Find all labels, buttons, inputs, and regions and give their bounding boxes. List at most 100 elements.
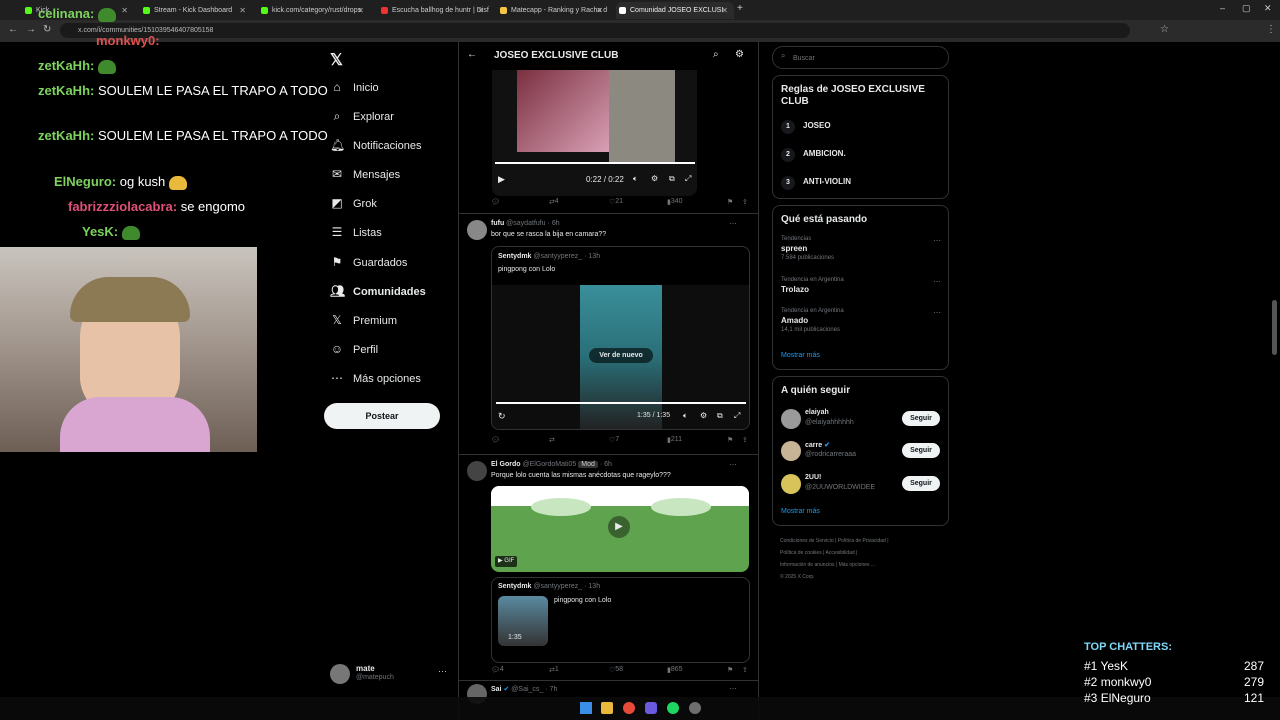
avatar[interactable]: [467, 220, 487, 240]
follow-button[interactable]: Seguir: [902, 443, 940, 458]
spotify-icon[interactable]: [667, 702, 679, 714]
trend-item[interactable]: Tendencia en Argentina Trolazo ⋯: [781, 277, 941, 294]
volume-icon[interactable]: 🔈︎: [633, 174, 638, 184]
more-icon[interactable]: ⋯: [729, 684, 737, 693]
sidebar-item-listas[interactable]: ☰ Listas: [330, 221, 382, 243]
footer-link[interactable]: Política de Privacidad: [838, 538, 886, 544]
share-icon[interactable]: ⇪: [742, 436, 748, 444]
bookmark-icon[interactable]: ⚑: [727, 666, 733, 674]
trend-item[interactable]: Tendencias spreen 7.584 publicaciones ⋯: [781, 236, 941, 261]
windows-start-icon[interactable]: [580, 702, 592, 714]
browser-tab[interactable]: Matecapp - Ranking y Racha d ✕: [497, 2, 609, 19]
tweet[interactable]: El Gordo @ElGordoMati05 Mod · 6h ⋯ Porqu…: [459, 455, 758, 681]
sidebar-item-explorar[interactable]: ⌕ Explorar: [330, 105, 394, 127]
sidebar-item-perfil[interactable]: ☺ Perfil: [330, 338, 378, 360]
footer-link[interactable]: Condiciones de Servicio: [780, 538, 834, 544]
sidebar-item-inicio[interactable]: ⌂ Inicio: [330, 76, 378, 98]
sidebar-item-grok[interactable]: ◩ Grok: [330, 192, 377, 214]
maximize-icon[interactable]: ▢: [1242, 3, 1251, 14]
share-icon[interactable]: ⇪: [742, 666, 748, 674]
trend-item[interactable]: Tendencia en Argentina Amado 14,1 mil pu…: [781, 308, 941, 333]
close-icon[interactable]: ✕: [477, 2, 484, 19]
more-icon[interactable]: ⋯: [933, 308, 941, 317]
reply-button[interactable]: 💬︎ 4: [491, 666, 504, 674]
reply-icon[interactable]: 💬︎: [491, 436, 500, 444]
browser-tab[interactable]: Escucha ballhog de huntr | Disf ✕: [378, 2, 490, 19]
footer-link[interactable]: Política de cookies: [780, 550, 822, 556]
rule-item[interactable]: 2 AMBICION.: [781, 148, 846, 162]
obs-icon[interactable]: [689, 702, 701, 714]
more-icon[interactable]: ⋯: [729, 460, 737, 469]
footer-link[interactable]: Accesibilidad: [826, 550, 855, 556]
retweet-button[interactable]: ⇄ 4: [549, 198, 559, 206]
bookmark-icon[interactable]: ⚑: [727, 198, 733, 206]
new-tab-icon[interactable]: +: [737, 3, 743, 14]
like-button[interactable]: ♡ 58: [609, 666, 623, 674]
views-button[interactable]: ▮ 211: [667, 436, 682, 444]
sidebar-item-mensajes[interactable]: ✉ Mensajes: [330, 163, 400, 185]
fullscreen-icon[interactable]: ⤢: [685, 174, 691, 184]
rule-item[interactable]: 1 JOSEO: [781, 120, 831, 134]
settings-icon[interactable]: ⚙: [700, 411, 707, 420]
views-button[interactable]: ▮ 865: [667, 666, 683, 674]
retweet-button[interactable]: ⇄ 1: [549, 666, 559, 674]
play-icon[interactable]: ▶: [498, 174, 505, 185]
search-box[interactable]: ⌕: [772, 46, 949, 69]
avatar[interactable]: [467, 461, 487, 481]
video-player[interactable]: ▶ 0:22 / 0:22 🔈︎ ⚙ ⧉ ⤢: [492, 70, 697, 196]
sidebar-item-guardados[interactable]: ⚑ Guardados: [330, 251, 408, 273]
app-icon[interactable]: [645, 702, 657, 714]
video-player[interactable]: Ver de nuevo ↻ 1:35 / 1:35 🔈︎ ⚙ ⧉ ⤢: [492, 285, 749, 429]
file-explorer-icon[interactable]: [601, 702, 613, 714]
more-icon[interactable]: ⋯: [438, 666, 447, 677]
fullscreen-icon[interactable]: ⤢: [734, 411, 740, 421]
back-arrow-icon[interactable]: ←: [467, 49, 477, 60]
pip-icon[interactable]: ⧉: [669, 174, 675, 184]
volume-icon[interactable]: 🔈︎: [683, 411, 688, 421]
more-icon[interactable]: ⋯: [933, 277, 941, 286]
quote-tweet[interactable]: Sentydmk @santyyperez_ · 13h pingpong co…: [491, 246, 750, 430]
account-switcher[interactable]: mate @matepuch ⋯: [330, 662, 450, 688]
close-icon[interactable]: ✕: [357, 2, 364, 19]
follow-item[interactable]: carre ✔ @rodricarreraaa Seguir: [781, 439, 948, 463]
pip-icon[interactable]: ⧉: [717, 411, 723, 421]
replay-overlay[interactable]: Ver de nuevo: [589, 348, 653, 363]
sidebar-item-comunidades[interactable]: 👥︎ Comunidades: [330, 280, 426, 302]
settings-icon[interactable]: ⚙: [651, 174, 658, 183]
video-progress[interactable]: [495, 162, 695, 164]
tweet[interactable]: fufu @saydatfufu · 6h ⋯ bor que se rasca…: [459, 214, 758, 455]
play-icon[interactable]: ▶: [608, 516, 630, 538]
scrollbar-thumb[interactable]: [1272, 300, 1277, 355]
rule-item[interactable]: 3 ANTI-VIOLIN: [781, 176, 851, 190]
x-logo-icon[interactable]: 𝕏: [330, 50, 343, 70]
follow-button[interactable]: Seguir: [902, 411, 940, 426]
like-button[interactable]: ♡ 21: [609, 198, 623, 206]
tweet[interactable]: ▶ 0:22 / 0:22 🔈︎ ⚙ ⧉ ⤢ 💬︎ ⇄ 4 ♡ 21 ▮ 340…: [459, 70, 758, 214]
more-icon[interactable]: ⋯: [729, 219, 737, 228]
chrome-icon[interactable]: [623, 702, 635, 714]
sidebar-item-premium[interactable]: 𝕏 Premium: [330, 309, 397, 331]
footer-link[interactable]: Más opciones ...: [839, 562, 875, 568]
star-icon[interactable]: ☆: [1160, 24, 1169, 35]
footer-link[interactable]: Información de anuncios: [780, 562, 834, 568]
views-button[interactable]: ▮ 340: [667, 198, 683, 206]
search-icon[interactable]: ⌕: [713, 49, 719, 60]
close-icon[interactable]: ✕: [596, 2, 603, 19]
gif-player[interactable]: ▶ ▶ GIF: [491, 486, 749, 572]
follow-item[interactable]: 2UU! @2UUWORLDWIDEE Seguir: [781, 472, 948, 496]
reply-icon[interactable]: 💬︎: [491, 198, 500, 206]
post-button[interactable]: Postear: [324, 403, 440, 429]
sidebar-item-notificaciones[interactable]: 🔔︎ Notificaciones: [330, 134, 421, 156]
follow-button[interactable]: Seguir: [902, 476, 940, 491]
close-icon[interactable]: ✕: [721, 2, 728, 19]
browser-tab-active[interactable]: Comunidad JOSEO EXCLUSI ✕: [616, 2, 734, 19]
quote-tweet[interactable]: Sentydmk @santyyperez_ · 13h 1:35 pingpo…: [491, 577, 750, 663]
search-input[interactable]: [791, 50, 945, 66]
show-more-link[interactable]: Mostrar más: [781, 508, 820, 515]
retweet-icon[interactable]: ⇄: [549, 436, 555, 444]
more-icon[interactable]: ⋯: [933, 236, 941, 245]
menu-icon[interactable]: ⋮: [1266, 24, 1276, 35]
replay-icon[interactable]: ↻: [498, 411, 506, 422]
like-button[interactable]: ♡ 7: [609, 436, 619, 444]
share-icon[interactable]: ⇪: [742, 198, 748, 206]
